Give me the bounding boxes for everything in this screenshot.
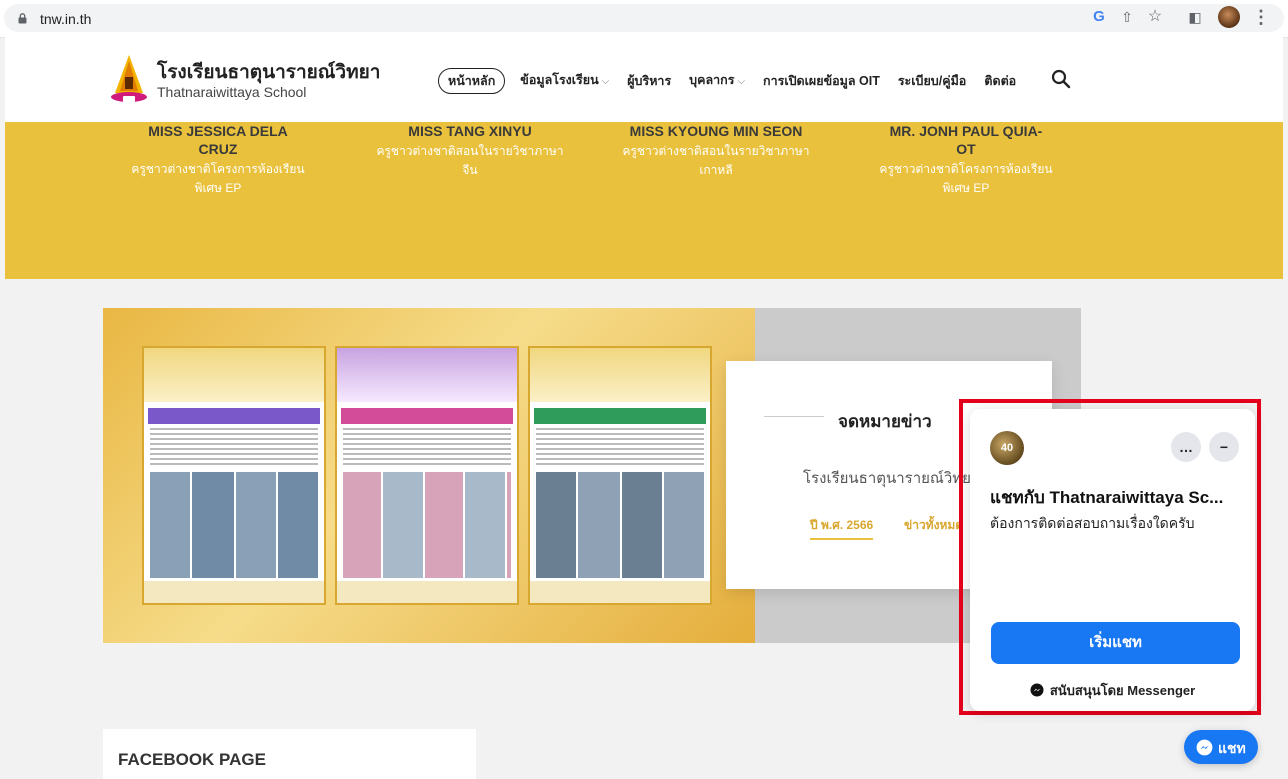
divider (764, 416, 824, 417)
main-nav: หน้าหลัก ข้อมูลโรงเรียน ⌵ ผู้บริหาร บุคลา… (438, 66, 1025, 96)
more-options-button[interactable]: … (1171, 432, 1201, 462)
page-avatar[interactable]: 40 (990, 431, 1024, 465)
staff-band: MISS JESSICA DELA CRUZ ครูชาวต่างชาติโคร… (5, 122, 1283, 279)
powered-by-label: สนับสนุนโดย Messenger (1049, 683, 1196, 698)
newsletter-school: โรงเรียนธาตุนารายณ์วิทยา (803, 470, 980, 487)
staff-role: ครูชาวต่างชาติสอนในรายวิชาภาษา (622, 144, 810, 158)
tab-all-news[interactable]: ข่าวทั้งหมด (904, 516, 963, 535)
staff-name: MISS TANG XINYU (408, 123, 532, 139)
nav-regulations[interactable]: ระเบียบ/คู่มือ (889, 66, 975, 96)
sidebar-icon[interactable]: ◧ (1186, 8, 1204, 26)
messenger-chat-popup: 40 … − แชทกับ Thatnaraiwittaya Sc... ต้อ… (970, 409, 1255, 711)
staff-role: จีน (462, 163, 478, 177)
tab-year[interactable]: ปี พ.ศ. 2566 (810, 516, 874, 540)
profile-avatar[interactable] (1218, 6, 1240, 28)
messenger-chat-bubble[interactable]: แชท (1184, 730, 1258, 764)
messenger-icon (1030, 683, 1044, 697)
nav-oit[interactable]: การเปิดเผยข้อมูล OIT (754, 66, 889, 96)
nav-label: บุคลากร (689, 73, 735, 87)
chat-bubble-label: แชท (1218, 740, 1246, 756)
school-name-english[interactable]: Thatnaraiwittaya School (157, 84, 306, 100)
news-poster (144, 348, 324, 603)
school-name-thai[interactable]: โรงเรียนธาตุนารายณ์วิทยา (157, 57, 380, 87)
site-header: โรงเรียนธาตุนารายณ์วิทยา Thatnaraiwittay… (5, 37, 1283, 122)
staff-card[interactable]: MISS JESSICA DELA CRUZ ครูชาวต่างชาติโคร… (113, 122, 323, 198)
url-text[interactable]: tnw.in.th (40, 11, 91, 27)
share-icon[interactable]: ⇧ (1118, 8, 1136, 26)
staff-role: พิเศษ EP (942, 181, 990, 195)
staff-role: เกาหลี (699, 163, 733, 177)
news-poster (530, 348, 710, 603)
staff-name: OT (956, 141, 976, 157)
nav-label: ข้อมูลโรงเรียน (520, 73, 599, 87)
news-image[interactable] (103, 308, 755, 643)
staff-card[interactable]: MISS KYOUNG MIN SEON ครูชาวต่างชาติสอนใน… (611, 122, 821, 180)
staff-name: MISS KYOUNG MIN SEON (629, 123, 803, 139)
minimize-button[interactable]: − (1209, 432, 1239, 462)
staff-name: MR. JONH PAUL QUIA- (889, 123, 1043, 139)
staff-name: CRUZ (198, 141, 238, 157)
chevron-down-icon: ⌵ (601, 76, 610, 87)
start-chat-button[interactable]: เริ่มแชท (991, 622, 1240, 664)
nav-home[interactable]: หน้าหลัก (438, 68, 506, 94)
chat-greeting: ต้องการติดต่อสอบถามเรื่องใดครับ (990, 515, 1195, 531)
facebook-page-card: FACEBOOK PAGE (103, 729, 476, 779)
star-icon[interactable]: ☆ (1146, 8, 1164, 26)
staff-name: MISS JESSICA DELA (148, 123, 288, 139)
messenger-icon (1196, 739, 1213, 756)
nav-school-info[interactable]: ข้อมูลโรงเรียน ⌵ (511, 65, 618, 97)
chat-title: แชทกับ Thatnaraiwittaya Sc... (990, 488, 1224, 507)
kebab-icon[interactable]: ⋮ (1252, 8, 1270, 26)
staff-role: พิเศษ EP (194, 181, 242, 195)
powered-by-messenger[interactable]: สนับสนุนโดย Messenger (970, 680, 1255, 701)
nav-personnel[interactable]: บุคลากร ⌵ (680, 65, 754, 97)
search-icon[interactable] (1051, 69, 1071, 89)
google-icon[interactable]: G (1090, 8, 1108, 26)
nav-contact[interactable]: ติดต่อ (975, 66, 1025, 96)
nav-administrators[interactable]: ผู้บริหาร (618, 66, 680, 96)
news-poster (337, 348, 517, 603)
newsletter-title: จดหมายข่าว (838, 412, 932, 431)
staff-role: ครูชาวต่างชาติโครงการห้องเรียน (131, 162, 305, 176)
browser-toolbar: tnw.in.th G ⇧ ☆ ◧ ⋮ (0, 0, 1288, 38)
staff-role: ครูชาวต่างชาติสอนในรายวิชาภาษา (376, 144, 564, 158)
chevron-down-icon: ⌵ (737, 76, 746, 87)
lock-icon (18, 13, 27, 24)
staff-role: ครูชาวต่างชาติโครงการห้องเรียน (879, 162, 1053, 176)
facebook-page-title: FACEBOOK PAGE (118, 750, 266, 769)
school-logo-icon[interactable] (107, 53, 151, 105)
staff-card[interactable]: MISS TANG XINYU ครูชาวต่างชาติสอนในรายวิ… (365, 122, 575, 180)
staff-card[interactable]: MR. JONH PAUL QUIA- OT ครูชาวต่างชาติโคร… (861, 122, 1071, 198)
